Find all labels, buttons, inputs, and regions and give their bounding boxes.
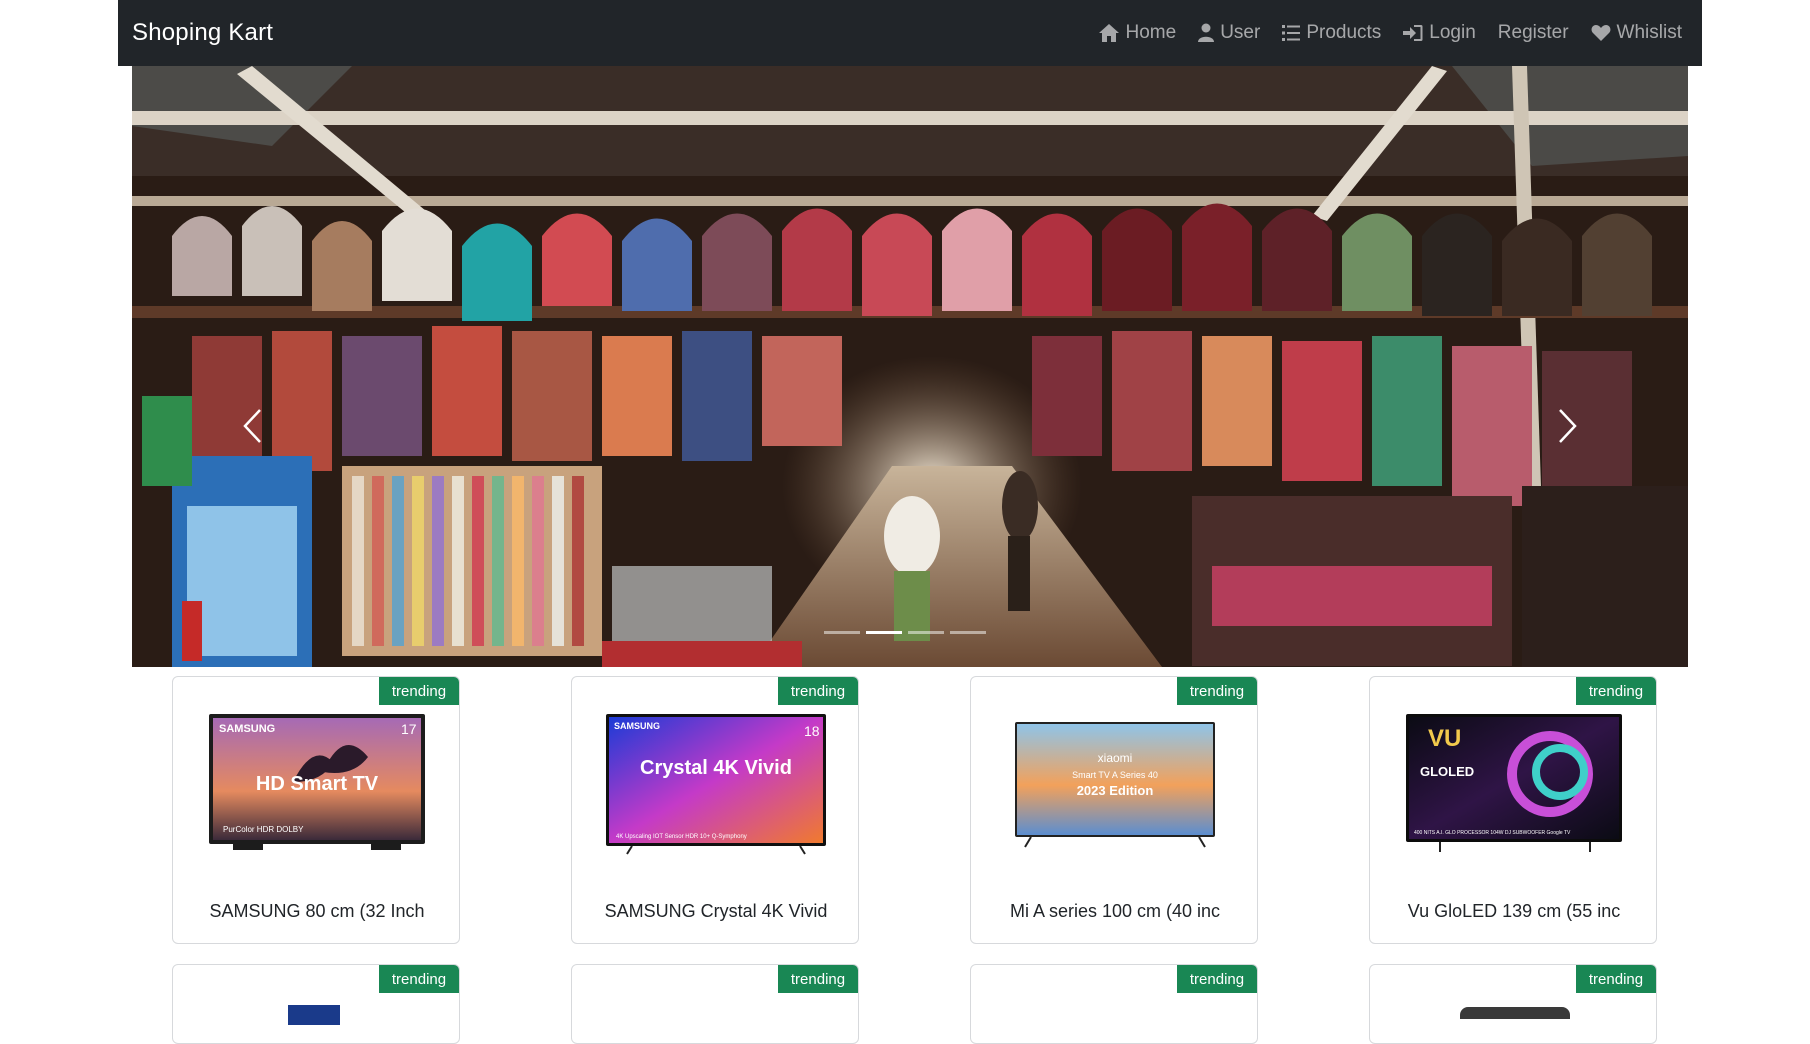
nav-register[interactable]: Register xyxy=(1498,22,1569,44)
carousel-next-button[interactable] xyxy=(1548,401,1588,451)
nav-user-label: User xyxy=(1220,22,1261,43)
nav-login-label: Login xyxy=(1429,22,1476,43)
image-footer-text: 400 NITS A.I. GLO PROCESSOR 104W DJ SUBW… xyxy=(1414,830,1571,836)
product-card[interactable]: trending SAMSUNG 17 HD Smart TV PurColor… xyxy=(172,676,460,944)
nav-wishlist[interactable]: Whislist xyxy=(1591,22,1682,44)
nav-login[interactable]: Login xyxy=(1403,22,1476,44)
heart-icon xyxy=(1591,25,1610,41)
trending-badge: trending xyxy=(1177,677,1257,705)
login-icon xyxy=(1403,25,1423,41)
product-image: xiaomi Smart TV A Series 40 2023 Edition xyxy=(1015,722,1215,848)
trending-badge: trending xyxy=(1576,965,1656,993)
nav-products-label: Products xyxy=(1306,22,1382,43)
product-card[interactable]: trending xyxy=(1369,964,1657,1044)
product-image-partial xyxy=(1460,1007,1570,1019)
nav-home-label: Home xyxy=(1125,22,1177,43)
trending-badge: trending xyxy=(778,677,858,705)
chevron-left-icon xyxy=(243,409,261,443)
brand-logo[interactable]: Shoping Kart xyxy=(132,19,273,47)
image-number-text: 17 xyxy=(401,721,417,737)
image-brand-text: xiaomi xyxy=(1098,751,1133,765)
nav-register-label: Register xyxy=(1497,22,1569,43)
product-card[interactable]: trending xyxy=(172,964,460,1044)
image-sub-text: Smart TV A Series 40 xyxy=(1072,770,1158,780)
market-bags-slide-image xyxy=(132,66,1688,667)
trending-badge: trending xyxy=(778,965,858,993)
navbar: Shoping Kart Home User Products Login Re… xyxy=(118,0,1702,66)
trending-badge: trending xyxy=(379,677,459,705)
image-headline-text: 2023 Edition xyxy=(1077,783,1154,798)
image-brand-text: SAMSUNG xyxy=(219,723,275,735)
image-footer-text: 4K Upscaling IOT Sensor HDR 10+ Q-Sympho… xyxy=(616,834,747,840)
product-card[interactable]: trending xyxy=(970,964,1258,1044)
nav-user[interactable]: User xyxy=(1198,22,1260,44)
product-image: VU GLOLED 400 NITS A.I. GLO PROCESSOR 10… xyxy=(1406,714,1622,852)
nav-links: Home User Products Login Register Whisli… xyxy=(1098,22,1682,44)
product-card[interactable]: trending SAMSUNG 18 Crystal 4K Vivid 4K … xyxy=(571,676,859,944)
image-headline-text: HD Smart TV xyxy=(256,773,379,795)
image-brand-text: SAMSUNG xyxy=(614,721,660,731)
carousel-indicator-1[interactable] xyxy=(824,631,860,634)
image-headline-text: GLOLED xyxy=(1420,764,1474,779)
nav-products[interactable]: Products xyxy=(1282,22,1381,44)
product-title: Vu GloLED 139 cm (55 inc xyxy=(1407,901,1621,921)
product-title: SAMSUNG Crystal 4K Vivid xyxy=(604,901,828,921)
product-title: Mi A series 100 cm (40 inc xyxy=(1009,901,1221,921)
image-headline-text: Crystal 4K Vivid xyxy=(640,757,792,779)
chevron-right-icon xyxy=(1559,409,1577,443)
trending-badge: trending xyxy=(1576,677,1656,705)
product-card[interactable]: trending VU GLOLED 400 NITS A.I. GLO PRO… xyxy=(1369,676,1657,944)
product-title: SAMSUNG 80 cm (32 Inch xyxy=(209,901,425,921)
hero-carousel xyxy=(132,66,1688,667)
product-image: SAMSUNG 18 Crystal 4K Vivid 4K Upscaling… xyxy=(606,714,826,855)
image-brand-text: VU xyxy=(1428,725,1461,752)
nav-wishlist-label: Whislist xyxy=(1616,22,1682,43)
product-card[interactable]: trending xyxy=(571,964,859,1044)
carousel-indicator-4[interactable] xyxy=(950,631,986,634)
product-image-partial xyxy=(288,1005,340,1025)
product-image: SAMSUNG 17 HD Smart TV PurColor HDR DOLB… xyxy=(209,714,425,850)
nav-home[interactable]: Home xyxy=(1098,22,1177,44)
home-icon xyxy=(1098,24,1119,42)
carousel-indicator-3[interactable] xyxy=(908,631,944,634)
product-card[interactable]: trending xiaomi Smart TV A Series 40 202… xyxy=(970,676,1258,944)
user-icon xyxy=(1198,23,1215,42)
image-number-text: 18 xyxy=(804,723,820,739)
carousel-indicators xyxy=(824,631,986,634)
carousel-indicator-2[interactable] xyxy=(866,631,902,634)
carousel-prev-button[interactable] xyxy=(232,401,272,451)
list-icon xyxy=(1282,25,1301,41)
image-footer-text: PurColor HDR DOLBY xyxy=(223,825,304,834)
trending-badge: trending xyxy=(379,965,459,993)
fabric-shelf xyxy=(342,466,602,656)
trending-badge: trending xyxy=(1177,965,1257,993)
